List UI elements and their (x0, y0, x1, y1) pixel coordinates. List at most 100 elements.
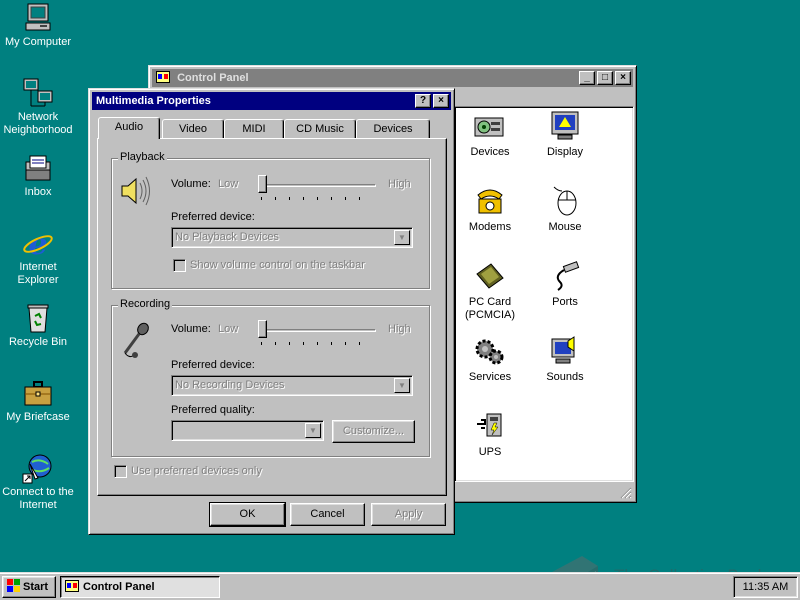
cp-icon-label: Sounds (546, 371, 584, 383)
cp-icon-display[interactable]: Display (527, 110, 603, 159)
slider-thumb[interactable] (258, 175, 267, 193)
cp-icon-ups[interactable]: UPS (452, 410, 528, 459)
dialog-close-button[interactable]: × (433, 94, 449, 108)
recording-quality-select[interactable]: ▼ (171, 420, 324, 441)
playback-group-label: Playback (118, 151, 167, 163)
computer-icon (25, 3, 51, 31)
dialog-title: Multimedia Properties (96, 95, 211, 107)
customize-button[interactable]: Customize... (332, 420, 415, 443)
desktop-icon-my-briefcase[interactable]: My Briefcase (0, 377, 76, 424)
cp-icon-label: Mouse (548, 221, 582, 233)
chevron-down-icon[interactable]: ▼ (394, 230, 410, 245)
tab-panel: Playback Volume: Low High Preferred devi… (97, 138, 447, 496)
close-button[interactable]: × (615, 71, 631, 85)
desktop-icon-label: Internet Explorer (17, 261, 59, 286)
display-icon (551, 111, 579, 140)
desktop-icon-label: Recycle Bin (8, 336, 68, 348)
desktop-icon-recycle-bin[interactable]: Recycle Bin (0, 302, 76, 349)
recording-volume-label: Volume: (171, 323, 211, 335)
cp-icon-mouse[interactable]: Mouse (527, 185, 603, 234)
recording-high-label: High (388, 323, 411, 335)
desktop-icon-internet-explorer[interactable]: e Internet Explorer (0, 227, 76, 287)
playback-volume-slider[interactable] (258, 175, 376, 205)
cp-icon-devices[interactable]: Devices (452, 110, 528, 159)
microphone-icon (123, 322, 149, 358)
sounds-icon (551, 336, 575, 364)
desktop-icon-connect-internet[interactable]: Connect to the Internet (0, 452, 76, 512)
playback-device-select[interactable]: No Playback Devices ▼ (171, 227, 413, 248)
control-panel-titlebar[interactable]: Control Panel _ □ × (152, 69, 633, 87)
start-button[interactable]: Start (2, 576, 56, 598)
playback-low-label: Low (218, 178, 239, 190)
playback-group: Playback Volume: Low High Preferred devi… (111, 151, 430, 289)
minimize-button[interactable]: _ (579, 71, 595, 85)
connect-internet-icon (22, 454, 52, 484)
multimedia-properties-dialog: Multimedia Properties ? × Audio Video MI… (88, 88, 455, 535)
desktop-icon-network-neighborhood[interactable]: Network Neighborhood (0, 77, 76, 137)
tab-audio[interactable]: Audio (98, 117, 160, 139)
control-panel-icon (65, 580, 79, 592)
help-button[interactable]: ? (415, 94, 431, 108)
cp-icon-sounds[interactable]: Sounds (527, 335, 603, 384)
cp-icon-label: Services (468, 371, 512, 383)
recording-device-select[interactable]: No Recording Devices ▼ (171, 375, 413, 396)
recording-low-label: Low (218, 323, 239, 335)
desktop-icon-label: My Briefcase (6, 411, 70, 423)
cp-icon-label: PC Card (PCMCIA) (464, 296, 516, 321)
desktop-icon-label: Inbox (24, 186, 52, 198)
devices-icon (474, 117, 504, 137)
tab-devices[interactable]: Devices (356, 119, 430, 139)
clock[interactable]: 11:35 AM (743, 581, 789, 593)
services-icon (475, 339, 504, 365)
maximize-button[interactable]: □ (597, 71, 613, 85)
status-bar (454, 485, 634, 501)
slider-track (258, 184, 376, 187)
speaker-icon (121, 176, 150, 206)
recycle-bin-icon (27, 304, 49, 333)
tab-midi[interactable]: MIDI (224, 119, 284, 139)
use-preferred-checkbox[interactable] (114, 465, 127, 478)
control-panel-icon (156, 71, 170, 83)
windows-logo-icon (7, 579, 20, 592)
recording-group-label: Recording (118, 298, 173, 310)
playback-high-label: High (388, 178, 411, 190)
cp-icon-label: Display (546, 146, 584, 158)
cancel-button[interactable]: Cancel (290, 503, 365, 526)
show-volume-label: Show volume control on the taskbar (190, 259, 365, 271)
cp-icon-ports[interactable]: Ports (527, 260, 603, 309)
cp-icon-modems[interactable]: Modems (452, 185, 528, 234)
ups-icon (477, 413, 502, 437)
dialog-titlebar[interactable]: Multimedia Properties ? × (92, 92, 451, 110)
internet-explorer-icon: e (23, 227, 53, 259)
recording-device-label: Preferred device: (171, 359, 255, 371)
show-volume-checkbox[interactable] (173, 259, 186, 272)
desktop-icon-inbox[interactable]: Inbox (0, 152, 76, 199)
slider-thumb[interactable] (258, 320, 267, 338)
tab-cd-music[interactable]: CD Music (284, 119, 356, 139)
inbox-icon (25, 155, 51, 181)
recording-group: Recording Volume: Low High Preferred dev… (111, 298, 430, 457)
briefcase-icon (24, 381, 52, 406)
apply-button[interactable]: Apply (371, 503, 446, 526)
desktop-icon-my-computer[interactable]: My Computer (0, 2, 76, 49)
taskbar-task-control-panel[interactable]: Control Panel (60, 576, 220, 598)
ports-icon (556, 261, 580, 291)
playback-device-label: Preferred device: (171, 211, 255, 223)
cp-icon-label: Ports (552, 296, 578, 308)
recording-volume-slider[interactable] (258, 320, 376, 350)
playback-volume-label: Volume: (171, 178, 211, 190)
control-panel-title: Control Panel (177, 72, 249, 84)
use-preferred-label: Use preferred devices only (131, 465, 262, 477)
slider-track (258, 329, 376, 332)
resize-grip-icon[interactable] (620, 487, 632, 499)
cp-icon-services[interactable]: Services (452, 335, 528, 384)
playback-device-value: No Playback Devices (175, 231, 279, 243)
chevron-down-icon[interactable]: ▼ (305, 423, 321, 438)
cp-icon-label: Modems (468, 221, 512, 233)
ok-button[interactable]: OK (209, 502, 286, 527)
cp-icon-pc-card[interactable]: PC Card (PCMCIA) (452, 260, 528, 322)
chevron-down-icon[interactable]: ▼ (394, 378, 410, 393)
tab-video[interactable]: Video (162, 119, 224, 139)
cp-icon-label: Devices (470, 146, 510, 158)
slider-ticks (261, 197, 373, 200)
